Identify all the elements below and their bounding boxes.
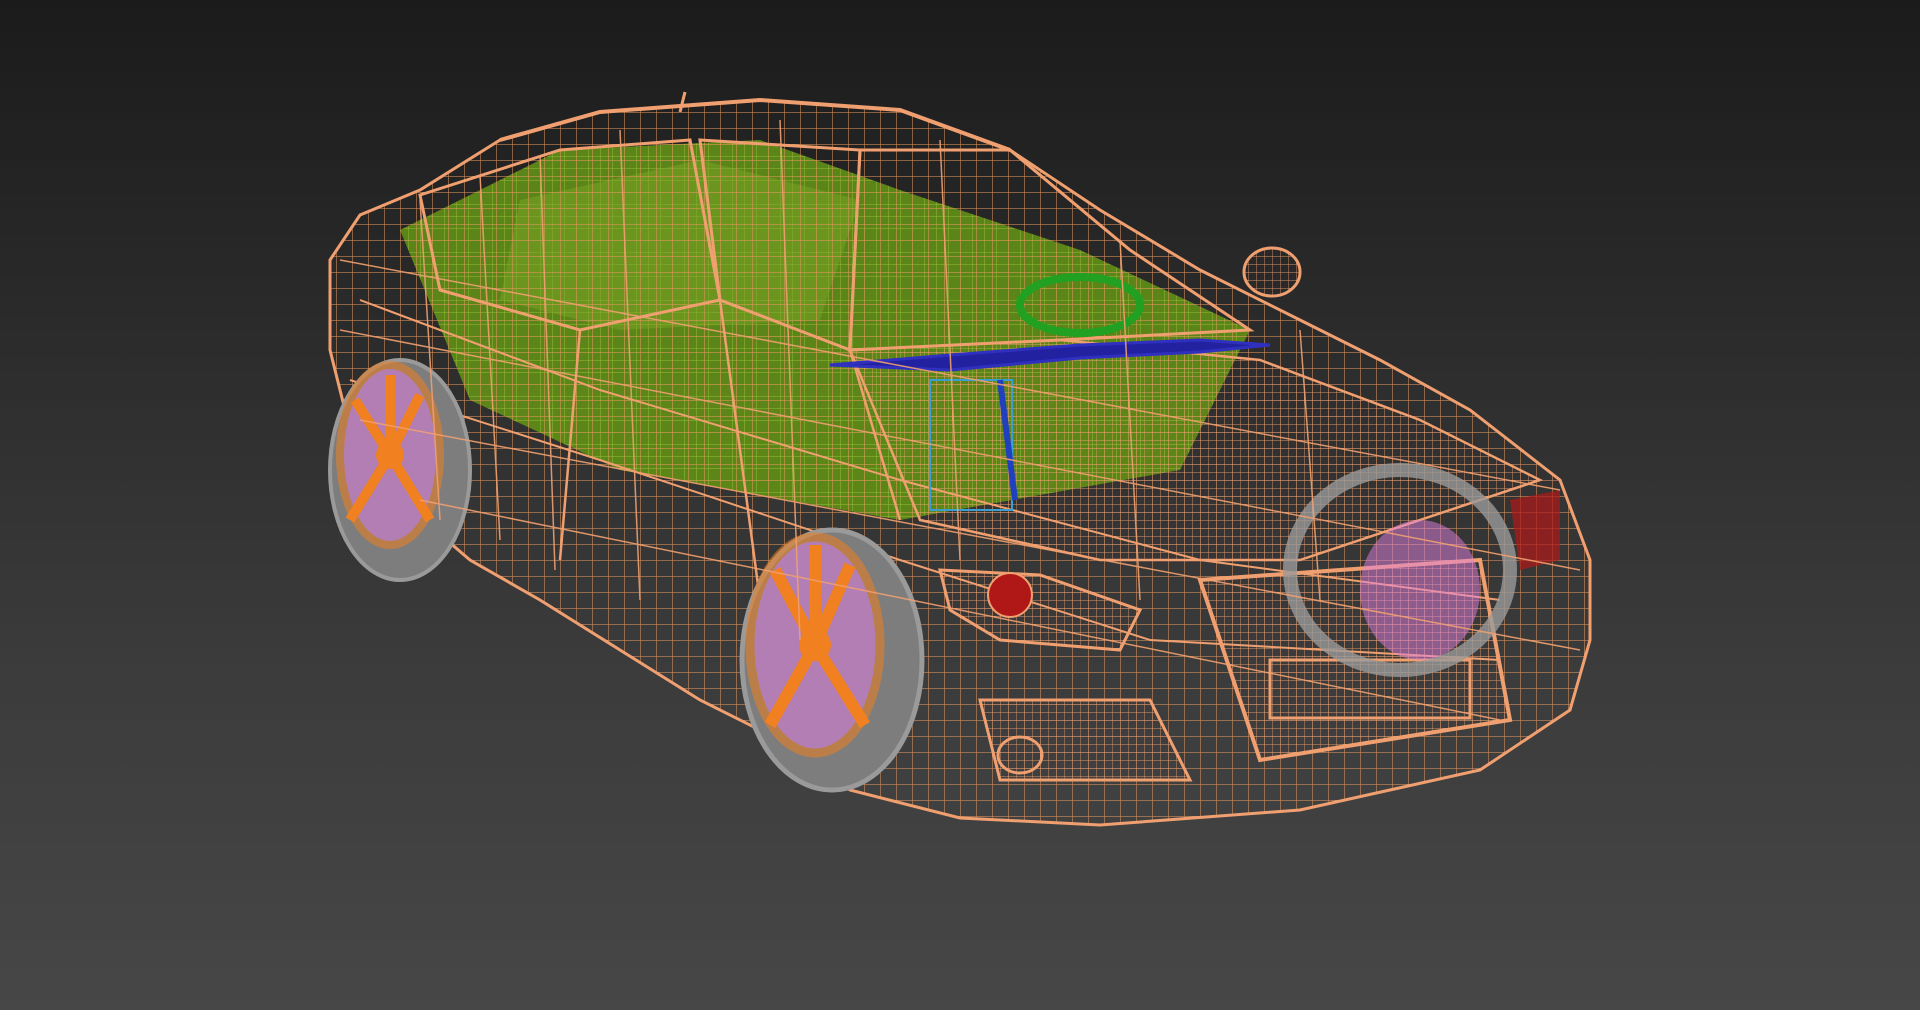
viewport-canvas[interactable] <box>0 0 1920 1010</box>
front-wheel-wireframe <box>739 527 925 793</box>
3d-viewport[interactable] <box>0 0 1920 1010</box>
side-mirror-wireframe <box>1242 246 1302 298</box>
headlight-red-lens <box>987 572 1033 618</box>
car-wireframe-model[interactable] <box>328 91 1592 827</box>
rear-wheel-wireframe <box>328 358 472 582</box>
